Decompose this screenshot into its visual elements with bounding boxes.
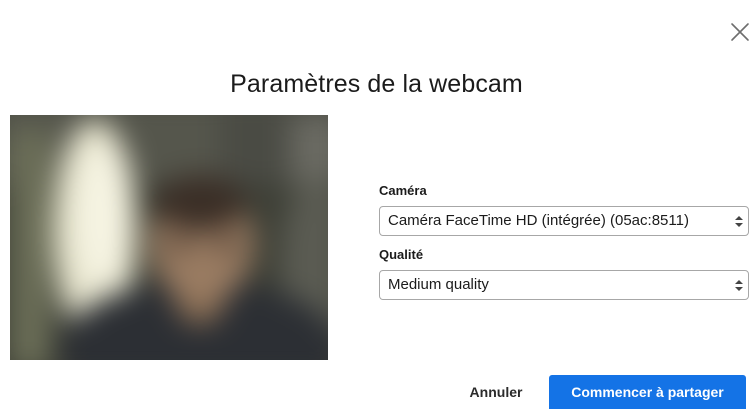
dialog-title: Paramètres de la webcam [230,70,523,98]
start-sharing-button[interactable]: Commencer à partager [549,375,746,409]
webcam-preview [10,115,328,360]
close-icon [731,23,749,41]
webcam-settings-form: Caméra Caméra FaceTime HD (intégrée) (05… [379,182,749,300]
webcam-settings-dialog: Paramètres de la webcam Caméra Caméra Fa… [0,0,753,409]
quality-select[interactable]: Medium quality [379,270,749,300]
camera-select[interactable]: Caméra FaceTime HD (intégrée) (05ac:8511… [379,206,749,236]
cancel-button[interactable]: Annuler [446,375,546,409]
camera-label: Caméra [379,183,427,198]
select-arrows-icon [735,280,743,291]
camera-select-value: Caméra FaceTime HD (intégrée) (05ac:8511… [388,212,689,229]
dialog-actions: Annuler Commencer à partager [0,375,753,409]
webcam-preview-image [10,115,328,360]
close-button[interactable] [730,22,750,42]
quality-select-value: Medium quality [388,276,489,293]
quality-label: Qualité [379,247,424,262]
select-arrows-icon [735,216,743,227]
